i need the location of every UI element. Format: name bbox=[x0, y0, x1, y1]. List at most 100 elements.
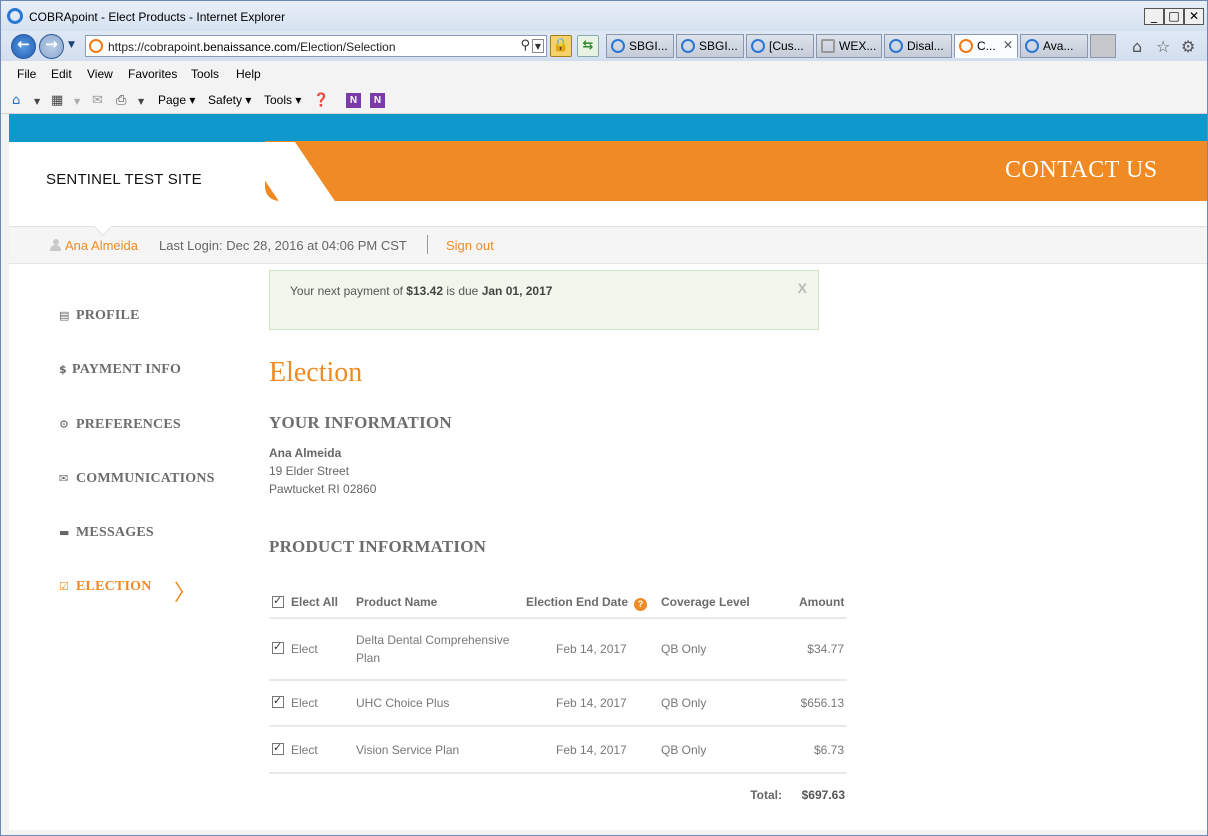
page-title: Election bbox=[269, 357, 363, 388]
total-label: Total: bbox=[750, 788, 782, 802]
table-divider bbox=[269, 725, 847, 727]
home-dropdown-icon[interactable]: ▼ bbox=[34, 97, 40, 106]
sign-out-link[interactable]: Sign out bbox=[446, 238, 494, 253]
col-elect-all: Elect All bbox=[291, 595, 338, 609]
sidebar-item-profile[interactable]: ▤ PROFILE bbox=[59, 308, 140, 324]
row-3-product: Vision Service Plan bbox=[356, 743, 460, 757]
tab-cus[interactable]: [Cus... bbox=[746, 34, 814, 58]
menu-bar: File Edit View Favorites Tools Help bbox=[1, 61, 1207, 87]
user-bar: Ana Almeida Last Login: Dec 28, 2016 at … bbox=[9, 216, 1207, 264]
row-3-coverage: QB Only bbox=[661, 743, 707, 757]
elect-all-checkbox[interactable] bbox=[272, 594, 284, 608]
web-page: SENTINEL TEST SITE CONTACT US Ana Almeid… bbox=[9, 114, 1207, 830]
contact-us-link[interactable]: CONTACT US bbox=[1005, 157, 1158, 184]
envelope-icon: ✉ bbox=[59, 472, 69, 485]
padlock-icon[interactable]: 🔒 bbox=[550, 35, 572, 57]
tab-cobrapoint-active[interactable]: C... ✕ bbox=[954, 34, 1018, 58]
user-icon bbox=[50, 239, 61, 251]
last-login-text: Last Login: Dec 28, 2016 at 04:06 PM CST bbox=[159, 238, 407, 253]
menu-favorites[interactable]: Favorites bbox=[128, 67, 177, 81]
tab-disal[interactable]: Disal... bbox=[884, 34, 952, 58]
info-name: Ana Almeida bbox=[269, 446, 342, 460]
close-window-button[interactable]: ✕ bbox=[1184, 8, 1204, 25]
tab-sbgi-2[interactable]: SBGI... bbox=[676, 34, 744, 58]
print-dropdown-icon[interactable]: ▼ bbox=[138, 97, 144, 106]
elect-checkbox-3[interactable] bbox=[272, 741, 284, 755]
tab-sbgi-1[interactable]: SBGI... bbox=[606, 34, 674, 58]
gears-icon: ⚙ bbox=[59, 418, 70, 431]
checkbox-icon: ☑ bbox=[59, 580, 70, 593]
table-divider bbox=[269, 617, 847, 619]
site-name[interactable]: SENTINEL TEST SITE bbox=[46, 171, 202, 188]
ie-tab-icon bbox=[681, 39, 695, 53]
print-icon[interactable]: ⎙ bbox=[116, 93, 126, 108]
row-3-elect: Elect bbox=[291, 743, 318, 757]
sidebar-item-communications[interactable]: ✉ COMMUNICATIONS bbox=[59, 471, 215, 487]
payment-alert: Your next payment of $13.42 is due Jan 0… bbox=[269, 270, 819, 330]
settings-gear-icon[interactable]: ⚙ bbox=[1181, 37, 1195, 56]
tab-ava[interactable]: Ava... bbox=[1020, 34, 1088, 58]
feeds-icon[interactable]: ▦ bbox=[51, 93, 63, 108]
ie-tab-icon bbox=[611, 39, 625, 53]
col-coverage-level: Coverage Level bbox=[661, 595, 750, 609]
page-menu[interactable]: Page ▾ bbox=[158, 93, 195, 107]
menu-help[interactable]: Help bbox=[236, 67, 261, 81]
maximize-button[interactable]: □ bbox=[1164, 8, 1184, 25]
search-icon[interactable]: ⚲ bbox=[520, 38, 530, 53]
forward-button[interactable]: → bbox=[39, 34, 64, 59]
row-2-amount: $656.13 bbox=[800, 696, 844, 710]
sidebar-item-messages[interactable]: ▬ MESSAGES bbox=[59, 525, 154, 541]
help-icon[interactable]: ❓ bbox=[313, 93, 329, 108]
close-tab-icon[interactable]: ✕ bbox=[1003, 38, 1013, 52]
row-2-product: UHC Choice Plus bbox=[356, 696, 450, 710]
feeds-dropdown-icon[interactable]: ▼ bbox=[74, 97, 80, 106]
url-text[interactable]: https://cobrapoint.benaissance.com/Elect… bbox=[108, 40, 396, 54]
tab-wex[interactable]: WEX... bbox=[816, 34, 882, 58]
address-bar[interactable]: https://cobrapoint.benaissance.com/Elect… bbox=[85, 35, 547, 57]
help-question-icon[interactable]: ? bbox=[634, 598, 648, 611]
speech-bubble-icon: ▬ bbox=[59, 526, 70, 539]
menu-view[interactable]: View bbox=[87, 67, 113, 81]
mail-icon[interactable]: ✉ bbox=[92, 93, 103, 108]
sidebar-item-preferences[interactable]: ⚙ PREFERENCES bbox=[59, 417, 181, 433]
menu-tools[interactable]: Tools bbox=[191, 67, 219, 81]
user-bar-divider bbox=[427, 235, 428, 254]
row-1-product: Delta Dental Comprehensive Plan bbox=[356, 633, 510, 665]
address-row: ← → ▼ https://cobrapoint.benaissance.com… bbox=[1, 31, 1207, 61]
safety-menu[interactable]: Safety ▾ bbox=[208, 93, 251, 107]
table-divider bbox=[269, 772, 847, 774]
back-button[interactable]: ← bbox=[11, 34, 36, 59]
elect-checkbox-2[interactable] bbox=[272, 694, 284, 708]
ie-logo-icon bbox=[7, 8, 23, 24]
address-dropdown-icon[interactable]: ▼ bbox=[532, 39, 544, 53]
row-2-elect: Elect bbox=[291, 696, 318, 710]
home-icon[interactable]: ⌂ bbox=[1132, 37, 1142, 56]
sidebar-item-payment-info[interactable]: $ PAYMENT INFO bbox=[59, 362, 181, 378]
ie-tab-icon bbox=[751, 39, 765, 53]
menu-file[interactable]: File bbox=[17, 67, 36, 81]
elect-checkbox-1[interactable] bbox=[272, 640, 284, 654]
window-title: COBRApoint - Elect Products - Internet E… bbox=[29, 10, 286, 24]
menu-edit[interactable]: Edit bbox=[51, 67, 72, 81]
ie-tab-icon bbox=[1025, 39, 1039, 53]
favorites-star-icon[interactable]: ☆ bbox=[1156, 37, 1170, 56]
minimize-button[interactable]: _ bbox=[1144, 8, 1164, 25]
refresh-icon[interactable]: ⇆ bbox=[577, 35, 599, 57]
site-favicon-icon bbox=[89, 39, 103, 53]
row-1-coverage: QB Only bbox=[661, 642, 707, 656]
alert-close-button[interactable]: X bbox=[798, 280, 807, 296]
onenote-linked-icon[interactable]: N bbox=[370, 93, 385, 108]
row-2-coverage: QB Only bbox=[661, 696, 707, 710]
sidebar-item-election[interactable]: ☑ ELECTION 〉 bbox=[59, 579, 196, 606]
onenote-icon[interactable]: N bbox=[346, 93, 361, 108]
row-2-end-date: Feb 14, 2017 bbox=[556, 696, 627, 710]
table-divider bbox=[269, 679, 847, 681]
tools-menu[interactable]: Tools ▾ bbox=[264, 93, 301, 107]
ie-tab-icon bbox=[889, 39, 903, 53]
row-1-amount: $34.77 bbox=[807, 642, 844, 656]
header-stripe bbox=[9, 114, 1207, 142]
home-cmd-icon[interactable]: ⌂ bbox=[12, 93, 20, 108]
user-name-link[interactable]: Ana Almeida bbox=[65, 238, 138, 253]
history-dropdown-icon[interactable]: ▼ bbox=[68, 40, 75, 50]
new-tab-button[interactable] bbox=[1090, 34, 1116, 58]
